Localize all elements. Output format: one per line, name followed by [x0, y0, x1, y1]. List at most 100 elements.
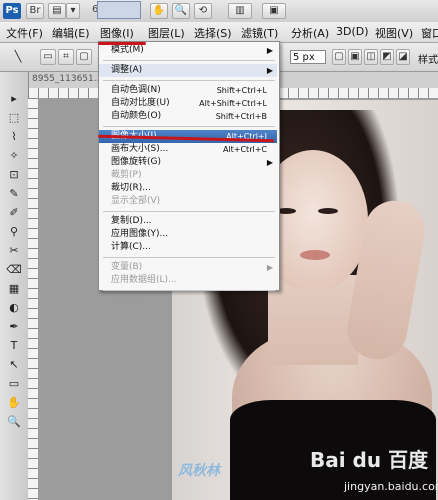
- menu-item[interactable]: 滤镜(T): [241, 25, 278, 41]
- menu-item[interactable]: 视图(V): [375, 25, 413, 41]
- subtract-shape-button[interactable]: ◫: [364, 49, 378, 65]
- menu-dropdown-item[interactable]: 裁切(R)...: [99, 182, 277, 195]
- mini-bridge-button[interactable]: ▤: [48, 3, 66, 19]
- menu-item[interactable]: 图像(I): [100, 25, 134, 41]
- menu-dropdown-item[interactable]: 自动对比度(U) Alt+Shift+Ctrl+L: [99, 97, 277, 110]
- menu-separator: [103, 60, 275, 61]
- menu-item-shortcut: Shift+Ctrl+B: [215, 112, 267, 121]
- menu-item-label: 裁剪(P): [111, 170, 142, 180]
- tool-icon[interactable]: ✋: [6, 396, 22, 410]
- menu-dropdown-item[interactable]: 自动色调(N) Shift+Ctrl+L: [99, 84, 277, 97]
- photoshop-logo-icon: Ps: [3, 3, 21, 19]
- menu-separator: [103, 80, 275, 81]
- tool-icon[interactable]: ⚲: [6, 225, 22, 239]
- menu-item[interactable]: 分析(A): [291, 25, 329, 41]
- document-tab[interactable]: 8955_113651...: [32, 74, 102, 84]
- menu-separator: [103, 126, 275, 127]
- menu-item[interactable]: 选择(S): [194, 25, 232, 41]
- tool-icon[interactable]: ◐: [6, 301, 22, 315]
- fill-pixels-button[interactable]: ▢: [76, 49, 92, 65]
- exclude-shape-button[interactable]: ◪: [396, 49, 410, 65]
- hand-tool-button[interactable]: ✋: [150, 3, 168, 19]
- tool-icon[interactable]: T: [6, 339, 22, 353]
- menu-item-label: 陷印(T)...: [111, 295, 151, 305]
- menu-dropdown-item[interactable]: 应用数据组(L)...: [99, 274, 277, 287]
- tool-icon[interactable]: ↖: [6, 358, 22, 372]
- submenu-arrow-icon: ▶: [266, 46, 273, 55]
- shape-layers-button[interactable]: ▭: [40, 49, 56, 65]
- menu-item-shortcut: Shift+Ctrl+L: [216, 86, 267, 95]
- tool-icon[interactable]: 🔍: [6, 415, 22, 429]
- menu-separator: [103, 257, 275, 258]
- menu-item-label: 自动颜色(O): [111, 111, 162, 121]
- menu-dropdown-item[interactable]: 应用图像(Y)...: [99, 228, 277, 241]
- menu-item-label: 显示全部(V): [111, 196, 161, 206]
- menu-dropdown-item[interactable]: 图像旋转(G) ▶: [99, 156, 277, 169]
- menu-item-label: 自动色调(N): [111, 85, 161, 95]
- tool-icon[interactable]: ▭: [6, 377, 22, 391]
- new-shape-layer-button[interactable]: ▢: [332, 49, 346, 65]
- annotation-underline-image-menu: [98, 42, 146, 45]
- menu-dropdown-item[interactable]: 显示全部(V): [99, 195, 277, 208]
- menu-item-label: 画布大小(S)...: [111, 144, 169, 154]
- tool-icon[interactable]: ✧: [6, 149, 22, 163]
- bridge-button[interactable]: Br: [26, 3, 44, 19]
- arrange-documents-button[interactable]: ▥: [228, 3, 252, 19]
- menu-item-label: 模式(M): [111, 45, 144, 55]
- photo-eye-right: [318, 208, 338, 214]
- menu-dropdown-item[interactable]: 裁剪(P): [99, 169, 277, 182]
- menu-item-label: 应用图像(Y)...: [111, 229, 169, 239]
- menu-item-label: 应用数据组(L)...: [111, 275, 177, 285]
- menu-dropdown-item[interactable]: 复制(D)...: [99, 215, 277, 228]
- screen-mode-button[interactable]: ▣: [262, 3, 286, 19]
- menu-item[interactable]: 窗口: [421, 25, 438, 41]
- menu-dropdown-item[interactable]: 画布大小(S)... Alt+Ctrl+C: [99, 143, 277, 156]
- menu-dropdown-item[interactable]: 计算(C)...: [99, 241, 277, 254]
- tool-icon[interactable]: ✂: [6, 244, 22, 258]
- tool-icon[interactable]: ✐: [6, 206, 22, 220]
- menu-separator: [103, 290, 275, 291]
- add-to-shape-button[interactable]: ▣: [348, 49, 362, 65]
- tool-icon[interactable]: ⌫: [6, 263, 22, 277]
- tool-icon[interactable]: ✒: [6, 320, 22, 334]
- menu-item-shortcut: Alt+Ctrl+C: [222, 145, 267, 154]
- intersect-shape-button[interactable]: ◩: [380, 49, 394, 65]
- submenu-arrow-icon: ▶: [266, 66, 273, 75]
- menu-item-label: 自动对比度(U): [111, 98, 170, 108]
- menu-item-label: 调整(A): [111, 65, 143, 75]
- tool-icon[interactable]: ⊡: [6, 168, 22, 182]
- menu-dropdown-item[interactable]: 调整(A) ▶: [99, 64, 277, 77]
- menu-dropdown-item[interactable]: 陷印(T)...: [99, 294, 277, 307]
- paths-button[interactable]: ⌗: [58, 49, 74, 65]
- rotate-view-button[interactable]: ⟲: [194, 3, 212, 19]
- menu-dropdown-item[interactable]: 变量(B) ▶: [99, 261, 277, 274]
- menu-item[interactable]: 编辑(E): [52, 25, 90, 41]
- tool-icon[interactable]: ⌇: [6, 130, 22, 144]
- submenu-arrow-icon: ▶: [266, 263, 273, 272]
- menu-separator: [103, 211, 275, 212]
- watermark-url: jingyan.baidu.com: [344, 480, 438, 493]
- menu-item-shortcut: Alt+Shift+Ctrl+L: [199, 99, 267, 108]
- line-tool-icon[interactable]: ╲: [10, 50, 26, 64]
- watermark-baidu: Bai du 百度: [310, 448, 429, 472]
- tool-icon[interactable]: ⬚: [6, 111, 22, 125]
- menu-item-label: 计算(C)...: [111, 242, 151, 252]
- menu-dropdown-item[interactable]: 模式(M) ▶: [99, 44, 277, 57]
- tool-icon[interactable]: ▸: [6, 92, 22, 106]
- weight-input[interactable]: 5 px: [290, 50, 326, 64]
- image-menu-active-highlight: [97, 1, 141, 19]
- submenu-arrow-icon: ▶: [266, 158, 273, 167]
- menu-item-label: 裁切(R)...: [111, 183, 151, 193]
- tool-icon[interactable]: ✎: [6, 187, 22, 201]
- tool-icon[interactable]: ▦: [6, 282, 22, 296]
- style-label: 样式: [418, 55, 438, 66]
- menu-item[interactable]: 图层(L): [148, 25, 185, 41]
- zoom-tool-button[interactable]: 🔍: [172, 3, 190, 19]
- photo-lips: [300, 250, 330, 260]
- menu-item[interactable]: 3D(D): [336, 25, 369, 38]
- menu-dropdown-item[interactable]: 自动颜色(O) Shift+Ctrl+B: [99, 110, 277, 123]
- view-extras-dropdown[interactable]: ▾: [66, 3, 80, 19]
- menu-item-label: 变量(B): [111, 262, 143, 272]
- watermark-left: 风秋林: [178, 463, 220, 479]
- menu-item[interactable]: 文件(F): [6, 25, 43, 41]
